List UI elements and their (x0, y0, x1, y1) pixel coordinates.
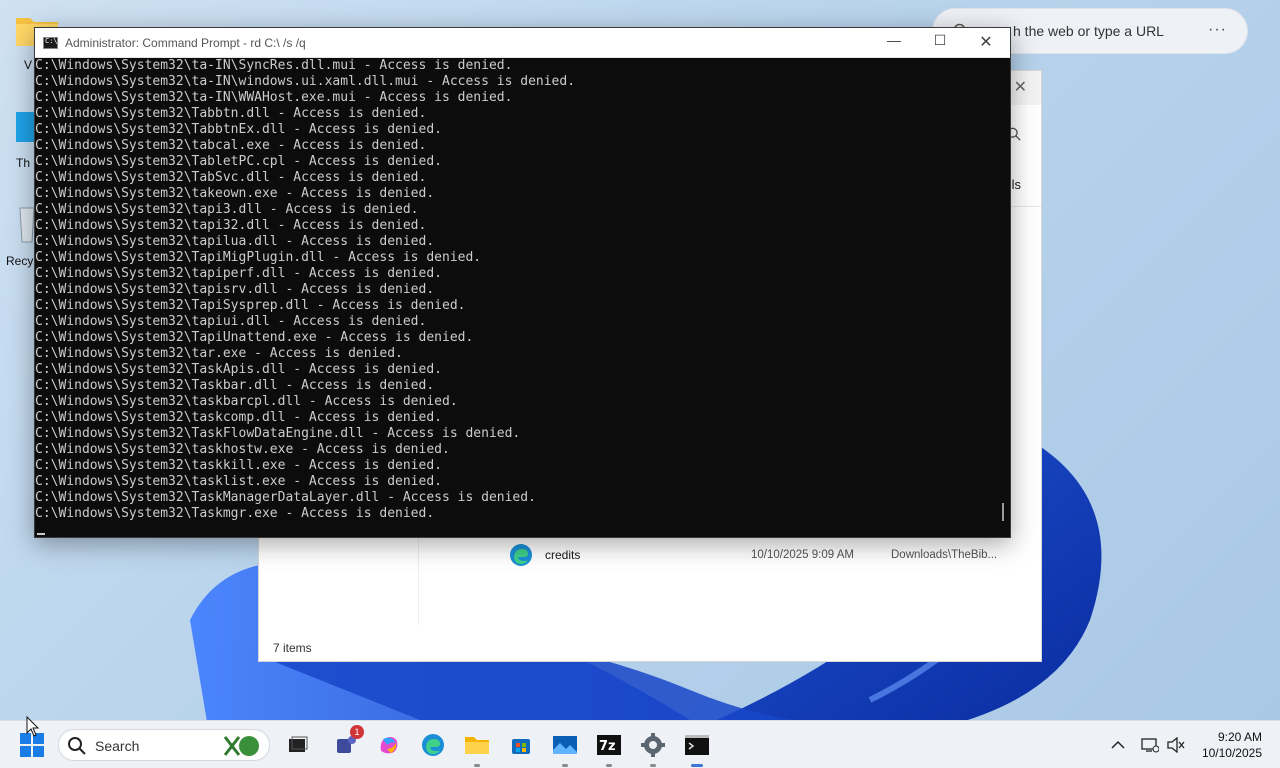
console-line: C:\Windows\System32\TabSvc.dll - Access … (35, 170, 427, 185)
system-clock[interactable]: 9:20 AM 10/10/2025 (1202, 729, 1262, 761)
file-location: Downloads\TheBib... (891, 549, 998, 561)
console-line: C:\Windows\System32\tapilua.dll - Access… (35, 234, 435, 249)
taskbar: Search 1 7z 9:20 AM 10/10/2025 (0, 720, 1280, 768)
7zip-button[interactable]: 7z (593, 729, 625, 767)
console-line: C:\Windows\System32\TabbtnEx.dll - Acces… (35, 122, 442, 137)
file-name: credits (545, 548, 581, 562)
console-line: C:\Windows\System32\tasklist.exe - Acces… (35, 474, 442, 489)
console-line: C:\Windows\System32\tapisrv.dll - Access… (35, 282, 435, 297)
console-scrollbar[interactable] (994, 58, 1010, 537)
console-line: C:\Windows\System32\Taskbar.dll - Access… (35, 378, 435, 393)
svg-text:7z: 7z (599, 739, 616, 754)
desktop-label-2: Th (16, 156, 31, 170)
photos-icon (553, 736, 577, 754)
running-indicator (474, 764, 480, 767)
show-hidden-icons-button[interactable] (1102, 729, 1134, 761)
desktop-label-1: V (24, 58, 33, 72)
taskbar-search-input[interactable]: Search (58, 729, 270, 761)
clock-time: 9:20 AM (1217, 730, 1262, 744)
task-view-icon (289, 736, 308, 752)
running-indicator (691, 764, 703, 767)
edge-file-icon (510, 544, 532, 566)
photos-button[interactable] (549, 729, 581, 767)
console-line: C:\Windows\System32\ta-IN\windows.ui.xam… (35, 74, 576, 89)
console-cursor (37, 533, 45, 535)
7zip-icon: 7z (597, 735, 621, 755)
volume-muted-icon (1167, 737, 1185, 753)
explorer-close-button[interactable]: ✕ (1014, 77, 1027, 97)
console-line: C:\Windows\System32\tar.exe - Access is … (35, 346, 403, 361)
scroll-thumb[interactable] (1002, 503, 1004, 521)
console-line: C:\Windows\System32\TaskManagerDataLayer… (35, 490, 536, 505)
running-indicator (650, 764, 656, 767)
store-icon (512, 739, 530, 754)
console-line: C:\Windows\System32\ta-IN\WWAHost.exe.mu… (35, 90, 513, 105)
search-icon (68, 737, 86, 755)
notification-badge: 1 (350, 725, 364, 739)
minimize-button[interactable]: — (874, 32, 914, 54)
edge-icon (422, 734, 444, 756)
console-line: C:\Windows\System32\taskcomp.dll - Acces… (35, 410, 442, 425)
edge-button[interactable] (417, 729, 449, 761)
console-line: C:\Windows\System32\tapiui.dll - Access … (35, 314, 427, 329)
console-line: C:\Windows\System32\taskhostw.exe - Acce… (35, 442, 450, 457)
details-button[interactable]: ls (1012, 177, 1021, 192)
terminal-icon (685, 735, 709, 755)
file-row[interactable]: credits 10/10/2025 9:09 AM Downloads\The… (499, 541, 1029, 571)
console-line: C:\Windows\System32\tapi32.dll - Access … (35, 218, 427, 233)
console-line: C:\Windows\System32\taskkill.exe - Acces… (35, 458, 442, 473)
network-icon (1141, 738, 1159, 753)
console-line: C:\Windows\System32\TapiMigPlugin.dll - … (35, 250, 482, 265)
volume-button[interactable] (1160, 729, 1192, 761)
cmd-app-icon (43, 37, 58, 49)
more-options-icon[interactable]: ··· (1208, 21, 1227, 39)
console-line: C:\Windows\System32\tapi3.dll - Access i… (35, 202, 419, 217)
teams-button[interactable]: 1 (330, 725, 364, 761)
address-placeholder: h the web or type a URL (1013, 23, 1164, 39)
cmd-titlebar[interactable]: Administrator: Command Prompt - rd C:\ /… (35, 28, 1010, 58)
copilot-button[interactable] (373, 729, 405, 761)
command-prompt-window[interactable]: Administrator: Command Prompt - rd C:\ /… (34, 27, 1011, 538)
console-output[interactable]: C:\Windows\System32\ta-IN\SyncRes.dll.mu… (35, 58, 994, 537)
store-button[interactable] (505, 729, 537, 761)
search-label: Search (95, 738, 140, 754)
console-line: C:\Windows\System32\ta-IN\SyncRes.dll.mu… (35, 58, 513, 73)
console-line: C:\Windows\System32\TabletPC.cpl - Acces… (35, 154, 442, 169)
console-line: C:\Windows\System32\TapiSysprep.dll - Ac… (35, 298, 466, 313)
running-indicator (562, 764, 568, 767)
chevron-up-icon (1111, 740, 1125, 749)
console-line: C:\Windows\System32\tapiperf.dll - Acces… (35, 266, 442, 281)
file-explorer-icon (465, 737, 489, 754)
settings-button[interactable] (637, 729, 669, 767)
console-line: C:\Windows\System32\takeown.exe - Access… (35, 186, 435, 201)
terminal-button[interactable] (681, 729, 713, 767)
mouse-pointer-icon (26, 716, 40, 737)
clock-date: 10/10/2025 (1201, 746, 1262, 760)
task-view-button[interactable] (282, 729, 314, 761)
gear-icon (641, 733, 665, 757)
running-indicator (606, 764, 612, 767)
console-line: C:\Windows\System32\Taskmgr.exe - Access… (35, 506, 435, 521)
maximize-button[interactable]: ☐ (920, 32, 960, 54)
console-line: C:\Windows\System32\Tabbtn.dll - Access … (35, 106, 427, 121)
console-line: C:\Windows\System32\tabcal.exe - Access … (35, 138, 427, 153)
file-explorer-button[interactable] (461, 729, 493, 767)
copilot-icon (380, 737, 398, 754)
desktop-label-3: Recy (6, 254, 34, 268)
console-line: C:\Windows\System32\TapiUnattend.exe - A… (35, 330, 474, 345)
cmd-title: Administrator: Command Prompt - rd C:\ /… (65, 36, 306, 50)
console-line: C:\Windows\System32\TaskApis.dll - Acces… (35, 362, 442, 377)
search-highlight-icon (223, 736, 259, 756)
console-line: C:\Windows\System32\taskbarcpl.dll - Acc… (35, 394, 458, 409)
file-date: 10/10/2025 9:09 AM (751, 549, 854, 561)
console-line: C:\Windows\System32\TaskFlowDataEngine.d… (35, 426, 521, 441)
close-button[interactable]: ✕ (966, 32, 1006, 54)
item-count: 7 items (273, 641, 312, 655)
